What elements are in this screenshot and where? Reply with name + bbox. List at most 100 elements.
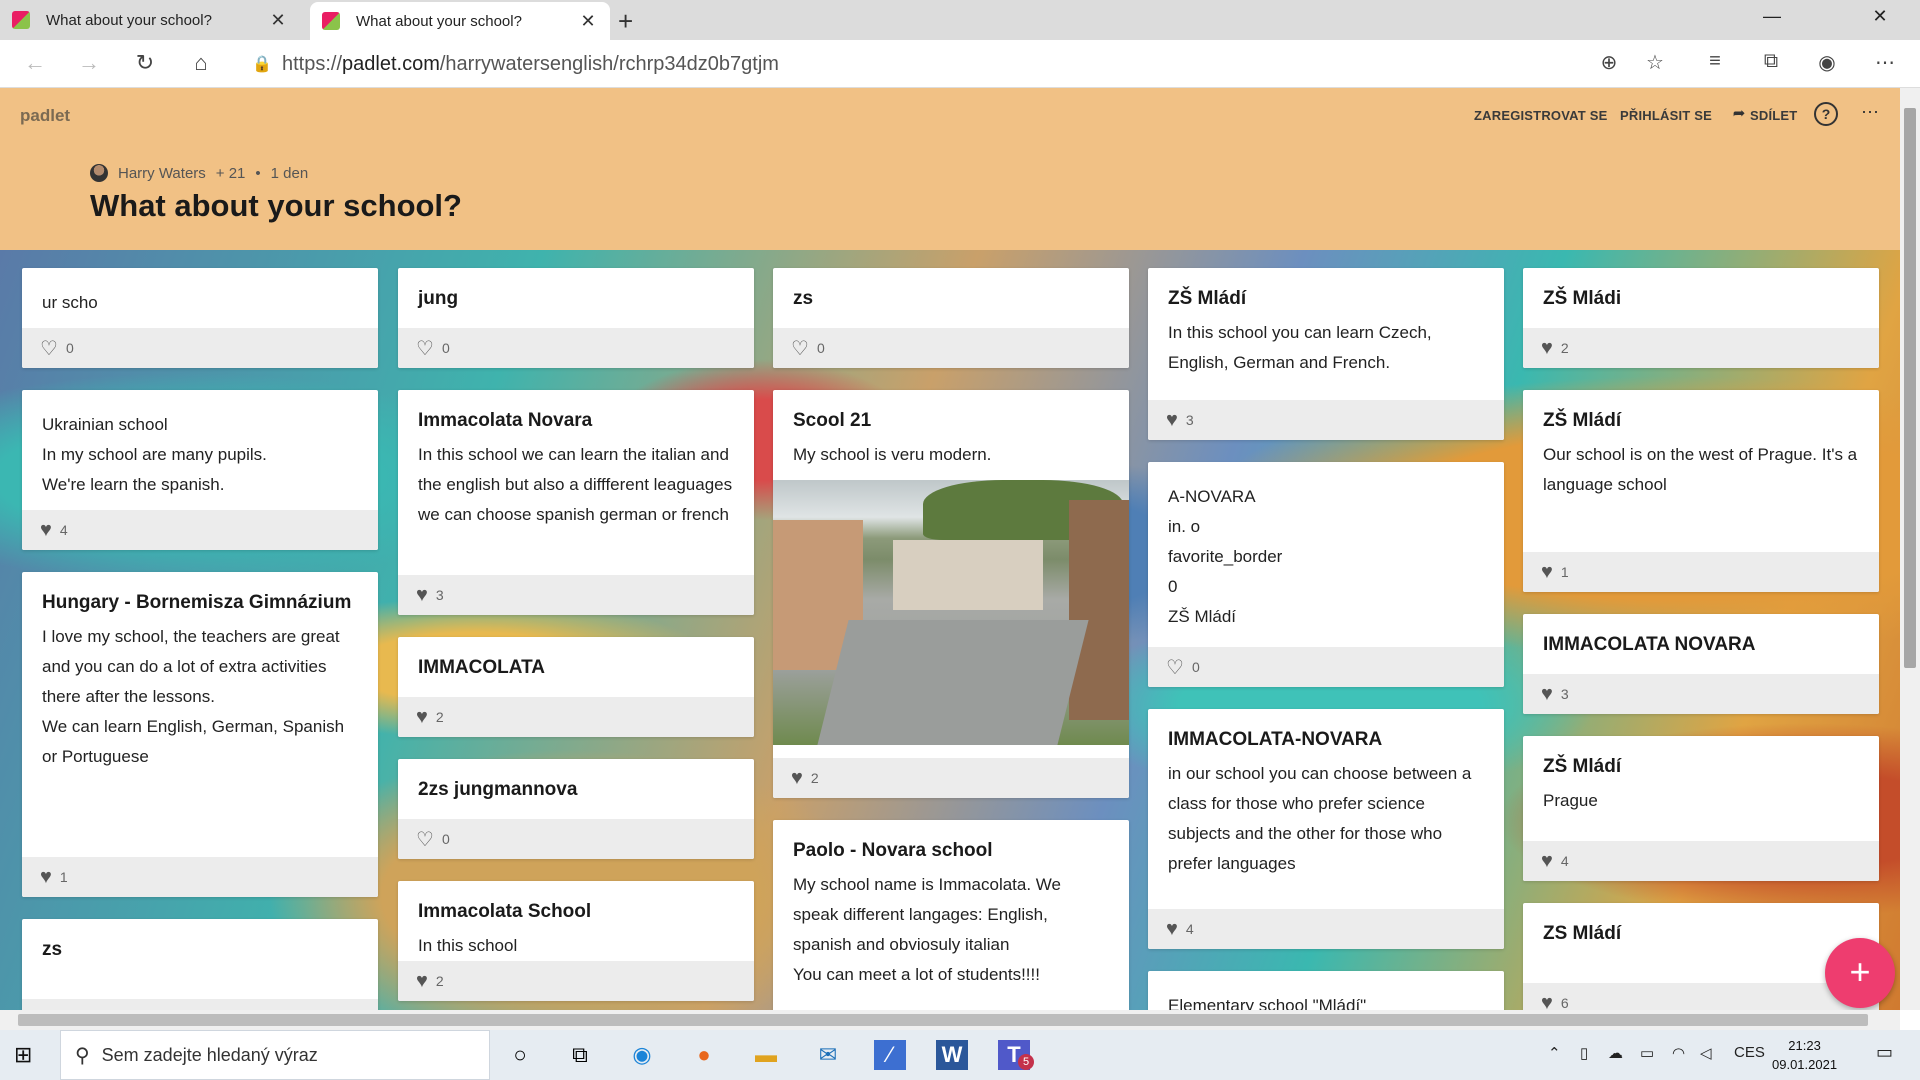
post-card[interactable]: Ukrainian school In my school are many p… [22,390,378,550]
close-tab-icon[interactable]: ✕ [268,10,288,31]
post-text: in our school you can choose between a c… [1168,764,1472,873]
profile-avatar-icon[interactable]: ◉ [1812,50,1842,75]
post-card[interactable]: ZŠ Mládí Our school is on the west of Pra… [1523,390,1879,592]
post-body: Immacolata School In this school [398,881,754,961]
heart-filled-icon[interactable]: ♥ [1541,850,1553,873]
share-button[interactable]: SDÍLET [1750,108,1797,123]
add-site-icon[interactable]: ⊕ [1594,50,1624,75]
new-tab-button[interactable]: + [618,6,633,37]
post-card[interactable]: ZŠ Mládí Prague ♥ 4 [1523,736,1879,881]
post-title: jung [418,288,459,309]
heart-filled-icon[interactable]: ♥ [1166,409,1178,432]
post-card[interactable]: IMMACOLATA-NOVARA in our school you can c… [1148,709,1504,949]
post-card[interactable]: IMMACOLATA ♥ 2 [398,637,754,737]
browser-tab-active[interactable]: What about your school? ✕ [310,2,610,40]
post-card[interactable]: A-NOVARA in. o favorite_border 0 ZŠ Mlád… [1148,462,1504,687]
collections-icon[interactable]: ⧉ [1756,50,1786,73]
app-icon[interactable]: ⁄ [874,1040,906,1070]
heart-filled-icon[interactable]: ♥ [416,584,428,607]
show-hidden-icons-chevron-icon[interactable]: ⌃ [1548,1044,1561,1062]
file-explorer-icon[interactable]: ▬ [750,1040,782,1070]
heart-filled-icon[interactable]: ♥ [40,519,52,542]
post-card[interactable]: ZS Mládí ♥ 6 [1523,903,1879,1010]
taskbar-search-field[interactable]: ⚲ Sem zadejte hledaný výraz [60,1030,490,1080]
notifications-icon[interactable]: ▭ [1876,1042,1893,1063]
post-footer: ♥ 4 [1148,909,1504,949]
heart-filled-icon[interactable]: ♥ [416,706,428,729]
heart-filled-icon[interactable]: ♥ [416,970,428,993]
close-tab-icon[interactable]: ✕ [578,11,598,32]
heart-filled-icon[interactable]: ♥ [1541,683,1553,706]
post-footer: ♡ 0 [1148,647,1504,687]
vertical-scroll-thumb[interactable] [1904,108,1916,668]
heart-filled-icon[interactable]: ♥ [1541,337,1553,360]
system-clock[interactable]: 21:23 09.01.2021 [1772,1036,1837,1074]
heart-outline-icon[interactable]: ♡ [416,827,434,852]
school-photo[interactable] [773,480,1129,745]
edge-browser-icon[interactable]: ◉ [626,1040,658,1070]
post-card[interactable]: zs ♡ 0 [773,268,1129,368]
home-icon[interactable]: ⌂ [186,50,216,76]
post-card[interactable]: Hungary - Bornemisza Gimnázium I love my … [22,572,378,897]
mail-icon[interactable]: ✉ [812,1040,844,1070]
post-card[interactable]: zs ♥2 [22,919,378,1010]
post-card[interactable]: Immacolata School In this school ♥ 2 [398,881,754,1001]
post-card[interactable]: Immacolata Novara In this school we can l… [398,390,754,615]
minimize-button[interactable]: — [1752,6,1792,27]
url-field[interactable]: 🔒 https:// padlet.com /harrywatersenglis… [236,46,1696,82]
post-card[interactable]: ur scho ♡ 0 [22,268,378,368]
heart-filled-icon[interactable]: ♥ [1541,561,1553,584]
heart-outline-icon[interactable]: ♡ [1166,655,1184,680]
post-card[interactable]: Scool 21 My school is veru modern. ♥ 2 [773,390,1129,798]
heart-filled-icon[interactable]: ♥ [791,767,803,790]
post-card[interactable]: ZŠ Mládí In this school you can learn Cze… [1148,268,1504,440]
post-body: jung [398,268,754,310]
post-card[interactable]: jung ♡ 0 [398,268,754,368]
onedrive-cloud-icon[interactable]: ☁ [1608,1044,1623,1062]
add-post-button[interactable]: + [1825,938,1895,1008]
heart-outline-icon[interactable]: ♡ [416,336,434,361]
heart-filled-icon[interactable]: ♥ [1166,918,1178,941]
horizontal-scrollbar[interactable] [0,1010,1900,1030]
firefox-icon[interactable]: ● [688,1040,720,1070]
vertical-scrollbar[interactable] [1900,88,1920,1010]
more-menu-icon[interactable]: ⋯ [1870,50,1900,75]
share-arrow-icon[interactable]: ➦ [1727,104,1751,128]
favorite-star-icon[interactable]: ☆ [1640,50,1670,75]
login-button[interactable]: PŘIHLÁSIT SE [1620,108,1712,123]
word-icon[interactable]: W [936,1040,968,1070]
input-language[interactable]: CES [1734,1044,1765,1061]
browser-tab[interactable]: What about your school? ✕ [0,0,300,40]
reload-icon[interactable]: ↻ [130,50,160,76]
horizontal-scroll-thumb[interactable] [18,1014,1868,1026]
heart-outline-icon[interactable]: ♡ [791,336,809,361]
post-title: ZŠ Mládí [1543,410,1622,431]
heart-filled-icon[interactable]: ♥ [1541,992,1553,1011]
close-window-button[interactable]: ✕ [1860,6,1900,27]
post-card[interactable]: Elementary school "Mládí" [1148,971,1504,1010]
cortana-icon[interactable]: ○ [504,1040,536,1070]
help-icon[interactable]: ? [1814,102,1838,126]
post-card[interactable]: Paolo - Novara school My school name is I… [773,820,1129,1010]
favorites-list-icon[interactable]: ≡ [1700,50,1730,73]
heart-outline-icon[interactable]: ♡ [40,336,58,361]
forward-arrow-icon[interactable]: → [74,50,104,76]
post-title: IMMACOLATA NOVARA [1543,634,1756,655]
post-card[interactable]: 2zs jungmannova ♡ 0 [398,759,754,859]
task-view-icon[interactable]: ⧉ [564,1040,596,1070]
windows-start-icon[interactable]: ⊞ [14,1042,32,1068]
back-arrow-icon[interactable]: ← [20,50,50,76]
battery-icon[interactable]: ▭ [1640,1044,1654,1062]
device-icon[interactable]: ▯ [1580,1044,1588,1062]
wifi-icon[interactable]: ◠ [1672,1044,1685,1062]
more-options-icon[interactable]: ⋯ [1858,102,1882,126]
padlet-logo[interactable]: padlet [20,106,70,126]
like-count: 4 [1185,921,1194,937]
volume-icon[interactable]: ◁ [1700,1044,1712,1062]
post-title: zs [42,939,63,960]
heart-filled-icon[interactable]: ♥ [40,866,52,889]
post-body: IMMACOLATA [398,637,754,679]
post-card[interactable]: ZŠ Mládi ♥ 2 [1523,268,1879,368]
register-button[interactable]: ZAREGISTROVAT SE [1474,108,1607,123]
post-card[interactable]: IMMACOLATA NOVARA ♥ 3 [1523,614,1879,714]
